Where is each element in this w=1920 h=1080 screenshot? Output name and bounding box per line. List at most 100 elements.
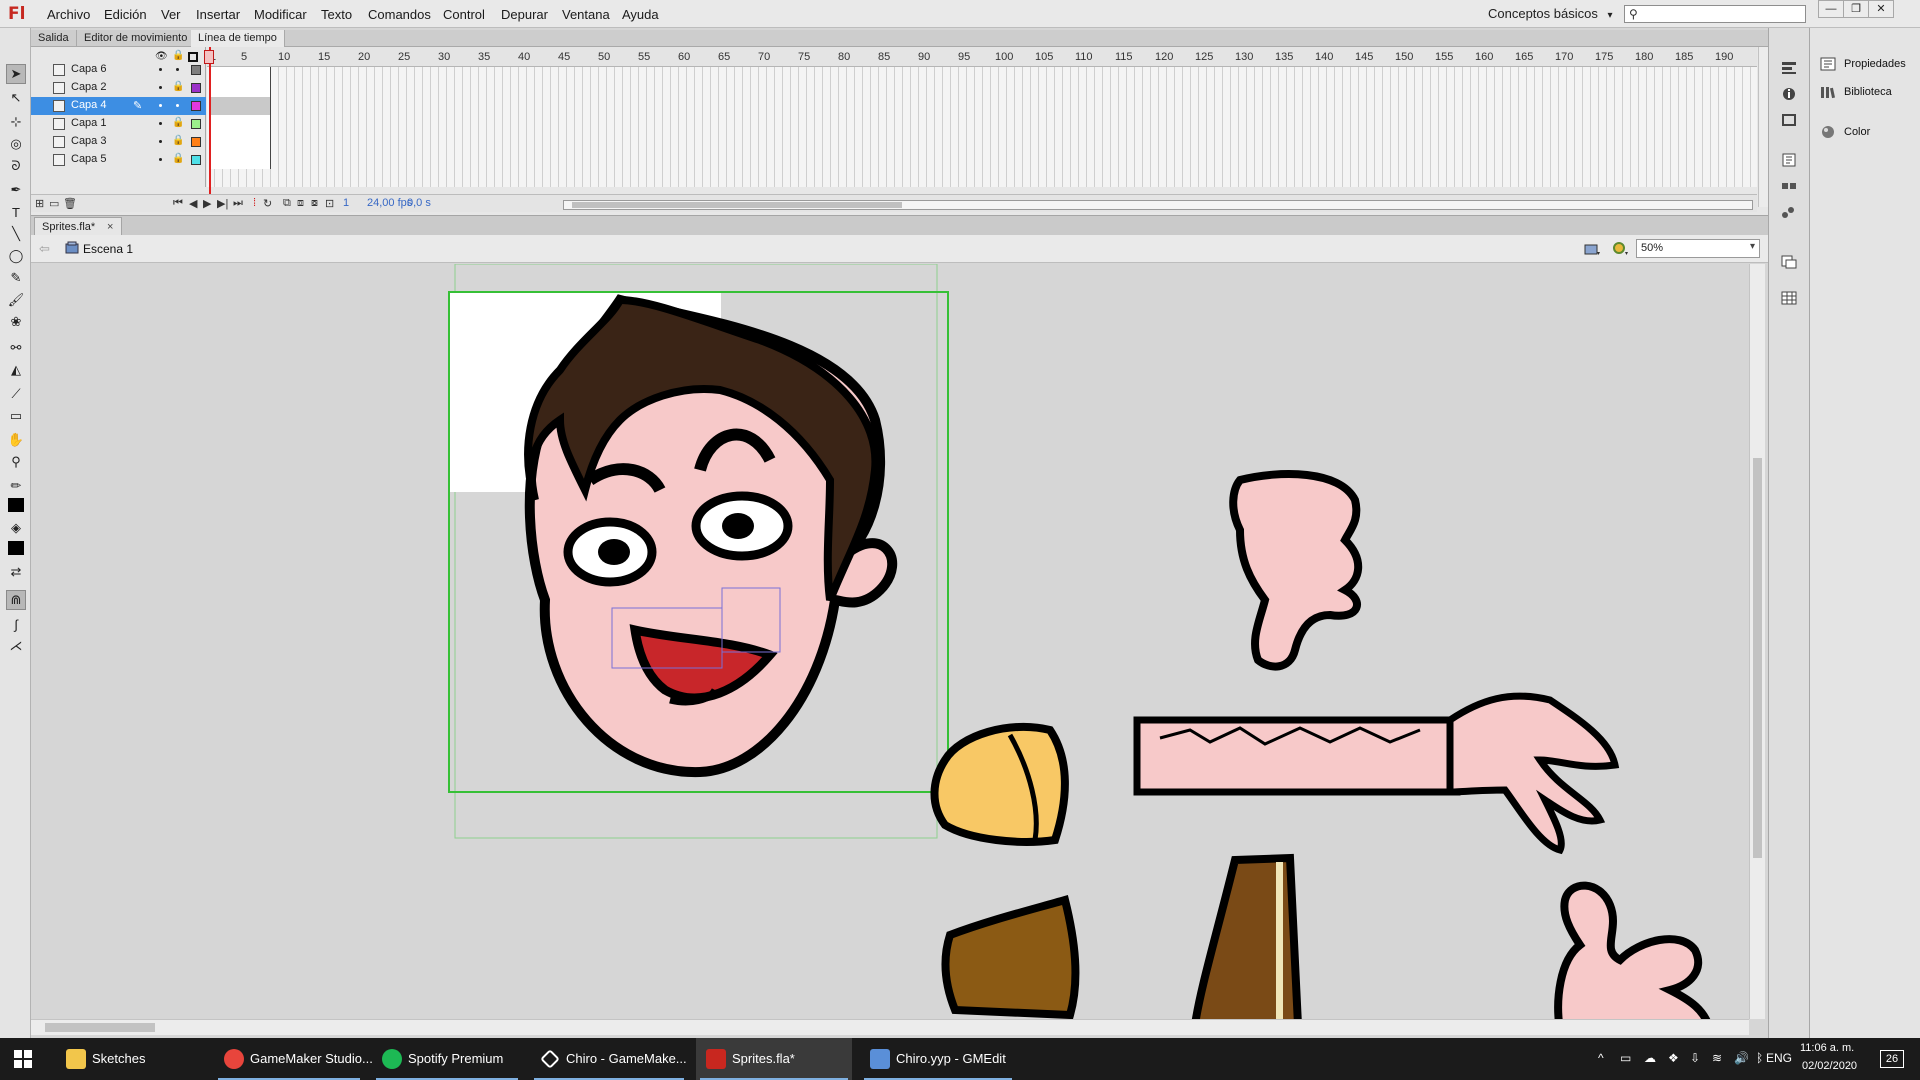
history-icon[interactable]: [1780, 254, 1798, 270]
brown-piece-sprite[interactable]: [941, 895, 1080, 1019]
timeline-vscroll[interactable]: [1758, 47, 1768, 207]
bluetooth-icon[interactable]: ᛒ: [1756, 1051, 1763, 1065]
cloud-icon[interactable]: ☁: [1644, 1051, 1656, 1065]
taskbar-spotify[interactable]: Spotify Premium: [372, 1038, 522, 1080]
frames-grid[interactable]: [207, 47, 1757, 187]
edit-symbol-icon[interactable]: [1611, 240, 1629, 256]
layer-row[interactable]: Capa 6: [31, 61, 206, 79]
notification-center-icon[interactable]: 26: [1880, 1050, 1904, 1068]
keyframe-span[interactable]: [209, 133, 271, 151]
menu-insertar[interactable]: Insertar: [196, 7, 240, 22]
visibility-dot[interactable]: [159, 158, 162, 161]
center-frame-icon[interactable]: ⁞: [253, 197, 256, 209]
onion-skin-icon[interactable]: ⧉: [283, 197, 291, 210]
onion-outline-icon[interactable]: ⧈: [297, 197, 304, 210]
minimize-button[interactable]: —: [1818, 0, 1844, 18]
onion-markers-icon[interactable]: ⊡: [325, 197, 334, 210]
thumb-down-sprite[interactable]: [1229, 470, 1363, 671]
edit-scene-icon[interactable]: [1583, 240, 1601, 256]
visibility-dot[interactable]: [159, 68, 162, 71]
zoom-tool-icon[interactable]: ⚲: [6, 452, 26, 472]
keyframe-span[interactable]: [209, 151, 271, 169]
smooth-icon[interactable]: ∫: [6, 614, 26, 634]
taskbar-sprites-fla[interactable]: Sprites.fla*: [696, 1038, 852, 1080]
layer-row[interactable]: Capa 5 🔒: [31, 151, 206, 169]
bone-tool-icon[interactable]: ⚯: [6, 338, 26, 358]
deco-tool-icon[interactable]: ❀: [6, 312, 26, 332]
motion-presets-icon[interactable]: [1780, 204, 1798, 220]
text-tool-icon[interactable]: T: [6, 202, 26, 222]
menu-control[interactable]: Control: [443, 7, 485, 22]
stroke-color-icon[interactable]: ✏: [6, 476, 26, 496]
frame-ruler[interactable]: 1 5 10 15 20 25 30 35 40 45 50 55 60 65 …: [207, 47, 1757, 67]
stage-canvas[interactable]: [31, 264, 1749, 1019]
edit-multiple-icon[interactable]: ⧇: [311, 197, 318, 210]
lock-icon[interactable]: 🔒: [172, 81, 184, 92]
clock-time[interactable]: 11:06 a. m.: [1800, 1042, 1854, 1054]
frame-rate[interactable]: 24,00 fps: [367, 197, 412, 209]
stroke-color-swatch[interactable]: [6, 495, 26, 515]
lock-dot[interactable]: [176, 68, 179, 71]
wifi-icon[interactable]: ≋: [1712, 1051, 1722, 1065]
transform-icon[interactable]: [1780, 112, 1798, 128]
pen-tool-icon[interactable]: ✒: [6, 180, 26, 200]
code-snippets-icon[interactable]: [1780, 152, 1798, 168]
document-tab[interactable]: Sprites.fla* ×: [34, 217, 122, 236]
fill-color-icon[interactable]: ◈: [6, 518, 26, 538]
timeline-hscroll[interactable]: [563, 200, 1753, 210]
new-layer-icon[interactable]: ⊞: [35, 197, 44, 210]
scroll-thumb[interactable]: [1753, 458, 1762, 858]
yellow-piece-sprite[interactable]: [930, 722, 1069, 846]
zoom-select[interactable]: 50% ▾: [1636, 239, 1760, 258]
stage-area[interactable]: [31, 264, 1759, 1019]
play-icon[interactable]: ▶: [203, 197, 211, 210]
new-folder-icon[interactable]: ▭: [49, 197, 59, 210]
eraser-icon[interactable]: ▭: [6, 406, 26, 426]
menu-depurar[interactable]: Depurar: [501, 7, 548, 22]
hand-tool-icon[interactable]: ✋: [6, 430, 26, 450]
layer-color-swatch[interactable]: [191, 137, 201, 147]
loop-icon[interactable]: ↻: [263, 197, 272, 210]
layer-color-swatch[interactable]: [191, 155, 201, 165]
step-forward-icon[interactable]: ▶|: [217, 197, 228, 210]
lock-dot[interactable]: [176, 104, 179, 107]
layer-color-swatch[interactable]: [191, 119, 201, 129]
fill-color-swatch[interactable]: [6, 538, 26, 558]
playhead[interactable]: [209, 47, 211, 197]
keyframe-span[interactable]: [209, 97, 271, 115]
arm-sprite[interactable]: [1133, 692, 1620, 855]
head-sprite[interactable]: [524, 294, 898, 778]
snap-to-objects-icon[interactable]: ⋒: [6, 590, 26, 610]
layer-row[interactable]: Capa 2 🔒: [31, 79, 206, 97]
taskbar-gamemaker[interactable]: GameMaker Studio...: [214, 1038, 373, 1080]
lasso-icon[interactable]: ᘐ: [6, 156, 26, 176]
playhead-handle[interactable]: [204, 50, 214, 64]
info-icon[interactable]: [1780, 86, 1798, 102]
menu-modificar[interactable]: Modificar: [254, 7, 307, 22]
stage-vscroll[interactable]: [1749, 264, 1765, 1019]
menu-ver[interactable]: Ver: [161, 7, 181, 22]
layer-row[interactable]: Capa 1 🔒: [31, 115, 206, 133]
delete-layer-icon[interactable]: 🗑: [63, 197, 77, 210]
elapsed-time[interactable]: 0,0 s: [407, 197, 431, 209]
align-icon[interactable]: [1780, 60, 1798, 76]
layer-row[interactable]: Capa 3 🔒: [31, 133, 206, 151]
close-button[interactable]: ✕: [1868, 0, 1894, 18]
components-icon[interactable]: [1780, 178, 1798, 194]
layer-color-swatch[interactable]: [191, 83, 201, 93]
lock-icon[interactable]: 🔒: [172, 153, 184, 164]
download-icon[interactable]: ⇩: [1690, 1051, 1700, 1065]
lock-icon[interactable]: 🔒: [172, 50, 184, 61]
stage-hscroll[interactable]: [31, 1019, 1749, 1035]
visibility-dot[interactable]: [159, 86, 162, 89]
taskbar-gmedit[interactable]: Chiro.yyp - GMEdit: [860, 1038, 1016, 1080]
subselection-tool-icon[interactable]: ↖: [6, 88, 26, 108]
dropbox-icon[interactable]: ❖: [1668, 1051, 1679, 1065]
lock-icon[interactable]: 🔒: [172, 117, 184, 128]
restore-button[interactable]: ❐: [1843, 0, 1869, 18]
menu-comandos[interactable]: Comandos: [368, 7, 431, 22]
tray-chevron-icon[interactable]: ^: [1598, 1051, 1604, 1065]
keyframe-span[interactable]: [209, 79, 271, 97]
line-tool-icon[interactable]: ╲: [6, 224, 26, 244]
battery-icon[interactable]: ▭: [1620, 1051, 1631, 1065]
